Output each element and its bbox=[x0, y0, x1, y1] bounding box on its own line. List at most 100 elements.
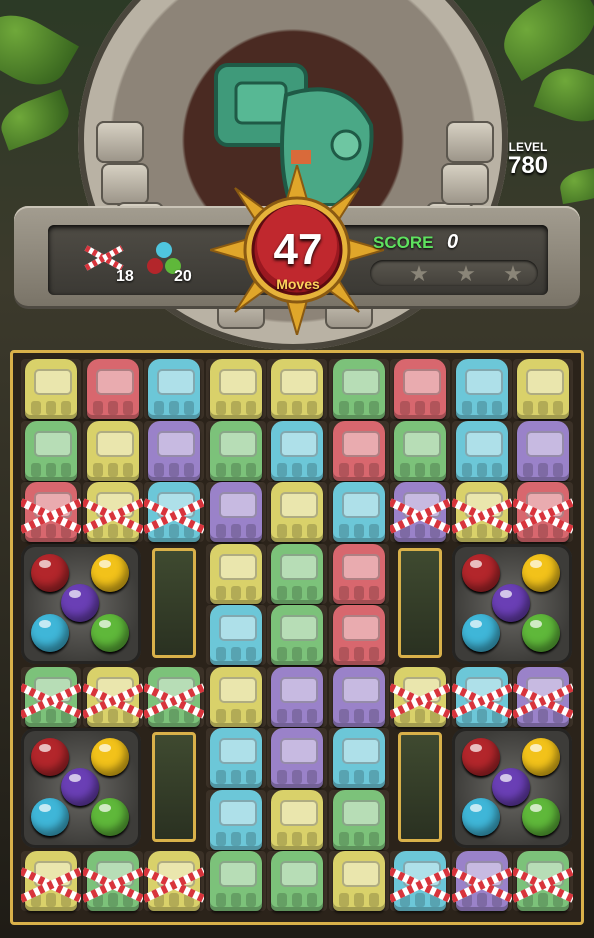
glyph-tile-blue[interactable] bbox=[148, 359, 200, 419]
tile-leg bbox=[338, 462, 349, 477]
glyph-tile-green[interactable] bbox=[271, 605, 323, 665]
glyph-tile-green[interactable] bbox=[25, 420, 77, 481]
glyph-tile-green[interactable] bbox=[517, 851, 569, 911]
tile-face-icon bbox=[341, 492, 380, 518]
tile-face-icon bbox=[280, 676, 318, 703]
glyph-tile-yellow[interactable] bbox=[25, 359, 77, 419]
glyph-tile-yellow[interactable] bbox=[209, 666, 262, 727]
glyph-tile-red[interactable] bbox=[332, 543, 385, 604]
glyph-tile-yellow[interactable] bbox=[25, 851, 77, 911]
glyph-tile-yellow[interactable] bbox=[86, 420, 139, 481]
tile-face-icon bbox=[464, 369, 503, 395]
glyph-tile-purple[interactable] bbox=[148, 420, 200, 481]
empty-slot bbox=[152, 732, 196, 842]
tile-leg bbox=[491, 462, 502, 477]
orb-stone-block[interactable] bbox=[21, 728, 141, 848]
tile-leg bbox=[491, 401, 502, 415]
tile-leg bbox=[368, 770, 379, 784]
tile-leg bbox=[292, 831, 302, 846]
glyph-tile-purple[interactable] bbox=[517, 420, 569, 481]
tile-leg bbox=[92, 462, 103, 477]
tile-leg bbox=[415, 708, 425, 723]
glyph-tile-yellow[interactable] bbox=[455, 482, 508, 542]
tile-leg bbox=[245, 831, 256, 846]
calendar-glyph-icon bbox=[446, 121, 494, 163]
glyph-tile-blue[interactable] bbox=[209, 605, 262, 665]
glyph-tile-red[interactable] bbox=[394, 359, 446, 419]
glyph-tile-red[interactable] bbox=[25, 482, 77, 542]
glyph-tile-blue[interactable] bbox=[455, 420, 508, 481]
tile-leg bbox=[154, 401, 164, 415]
glyph-tile-red[interactable] bbox=[332, 605, 385, 665]
tile-leg bbox=[338, 524, 349, 538]
glyph-tile-yellow[interactable] bbox=[209, 543, 262, 604]
tile-leg bbox=[353, 401, 364, 415]
tile-leg bbox=[245, 708, 256, 723]
tile-leg bbox=[277, 585, 287, 600]
glyph-tile-yellow[interactable] bbox=[271, 789, 323, 850]
tile-leg bbox=[277, 647, 287, 661]
glyph-tile-blue[interactable] bbox=[455, 666, 508, 727]
glyph-tile-purple[interactable] bbox=[271, 728, 323, 788]
tile-leg bbox=[415, 462, 425, 477]
orb-stone-block[interactable] bbox=[451, 543, 572, 664]
glyph-tile-purple[interactable] bbox=[394, 482, 446, 542]
tile-face-icon bbox=[95, 369, 134, 395]
orb-gem-icon bbox=[91, 738, 129, 776]
glyph-tile-red[interactable] bbox=[332, 420, 385, 481]
glyph-tile-yellow[interactable] bbox=[148, 851, 200, 911]
glyph-tile-purple[interactable] bbox=[455, 851, 508, 911]
glyph-tile-yellow[interactable] bbox=[209, 359, 262, 419]
glyph-tile-purple[interactable] bbox=[271, 666, 323, 727]
tile-leg bbox=[122, 401, 133, 415]
glyph-tile-green[interactable] bbox=[148, 666, 200, 727]
tile-leg bbox=[353, 831, 364, 846]
glyph-tile-blue[interactable] bbox=[455, 359, 508, 419]
tile-leg bbox=[430, 401, 440, 415]
glyph-tile-blue[interactable] bbox=[148, 482, 200, 542]
glyph-tile-blue[interactable] bbox=[271, 420, 323, 481]
orb-gem-icon bbox=[61, 768, 99, 806]
tile-leg bbox=[553, 401, 563, 415]
glyph-tile-red[interactable] bbox=[517, 482, 569, 542]
glyph-tile-blue[interactable] bbox=[209, 728, 262, 788]
orb-stone-block[interactable] bbox=[21, 543, 141, 664]
tile-face-icon bbox=[157, 430, 195, 457]
moves-counter: 47 bbox=[273, 225, 323, 274]
glyph-tile-yellow[interactable] bbox=[394, 666, 446, 727]
tile-leg bbox=[400, 462, 410, 477]
tile-leg bbox=[538, 893, 548, 907]
tile-leg bbox=[430, 893, 440, 907]
glyph-tile-yellow[interactable] bbox=[332, 851, 385, 911]
glyph-tile-yellow[interactable] bbox=[86, 482, 139, 542]
tile-face-icon bbox=[464, 430, 503, 457]
tile-leg bbox=[491, 893, 502, 907]
glyph-tile-green[interactable] bbox=[25, 666, 77, 727]
tile-face-icon bbox=[341, 738, 380, 764]
glyph-tile-green[interactable] bbox=[209, 420, 262, 481]
glyph-tile-green[interactable] bbox=[332, 789, 385, 850]
glyph-tile-blue[interactable] bbox=[332, 728, 385, 788]
tile-leg bbox=[245, 770, 256, 784]
glyph-tile-blue[interactable] bbox=[394, 851, 446, 911]
glyph-tile-blue[interactable] bbox=[209, 789, 262, 850]
tile-leg bbox=[61, 401, 71, 415]
glyph-tile-blue[interactable] bbox=[332, 482, 385, 542]
tile-leg bbox=[122, 462, 133, 477]
glyph-tile-yellow[interactable] bbox=[86, 666, 139, 727]
glyph-tile-yellow[interactable] bbox=[271, 482, 323, 542]
glyph-tile-purple[interactable] bbox=[517, 666, 569, 727]
glyph-tile-green[interactable] bbox=[271, 851, 323, 911]
glyph-tile-green[interactable] bbox=[332, 359, 385, 419]
glyph-tile-purple[interactable] bbox=[209, 482, 262, 542]
glyph-tile-green[interactable] bbox=[271, 543, 323, 604]
glyph-tile-purple[interactable] bbox=[332, 666, 385, 727]
tile-leg bbox=[338, 647, 349, 661]
glyph-tile-yellow[interactable] bbox=[271, 359, 323, 419]
glyph-tile-yellow[interactable] bbox=[517, 359, 569, 419]
glyph-tile-green[interactable] bbox=[394, 420, 446, 481]
orb-stone-block[interactable] bbox=[451, 728, 572, 848]
glyph-tile-green[interactable] bbox=[209, 851, 262, 911]
glyph-tile-green[interactable] bbox=[86, 851, 139, 911]
glyph-tile-red[interactable] bbox=[86, 359, 139, 419]
